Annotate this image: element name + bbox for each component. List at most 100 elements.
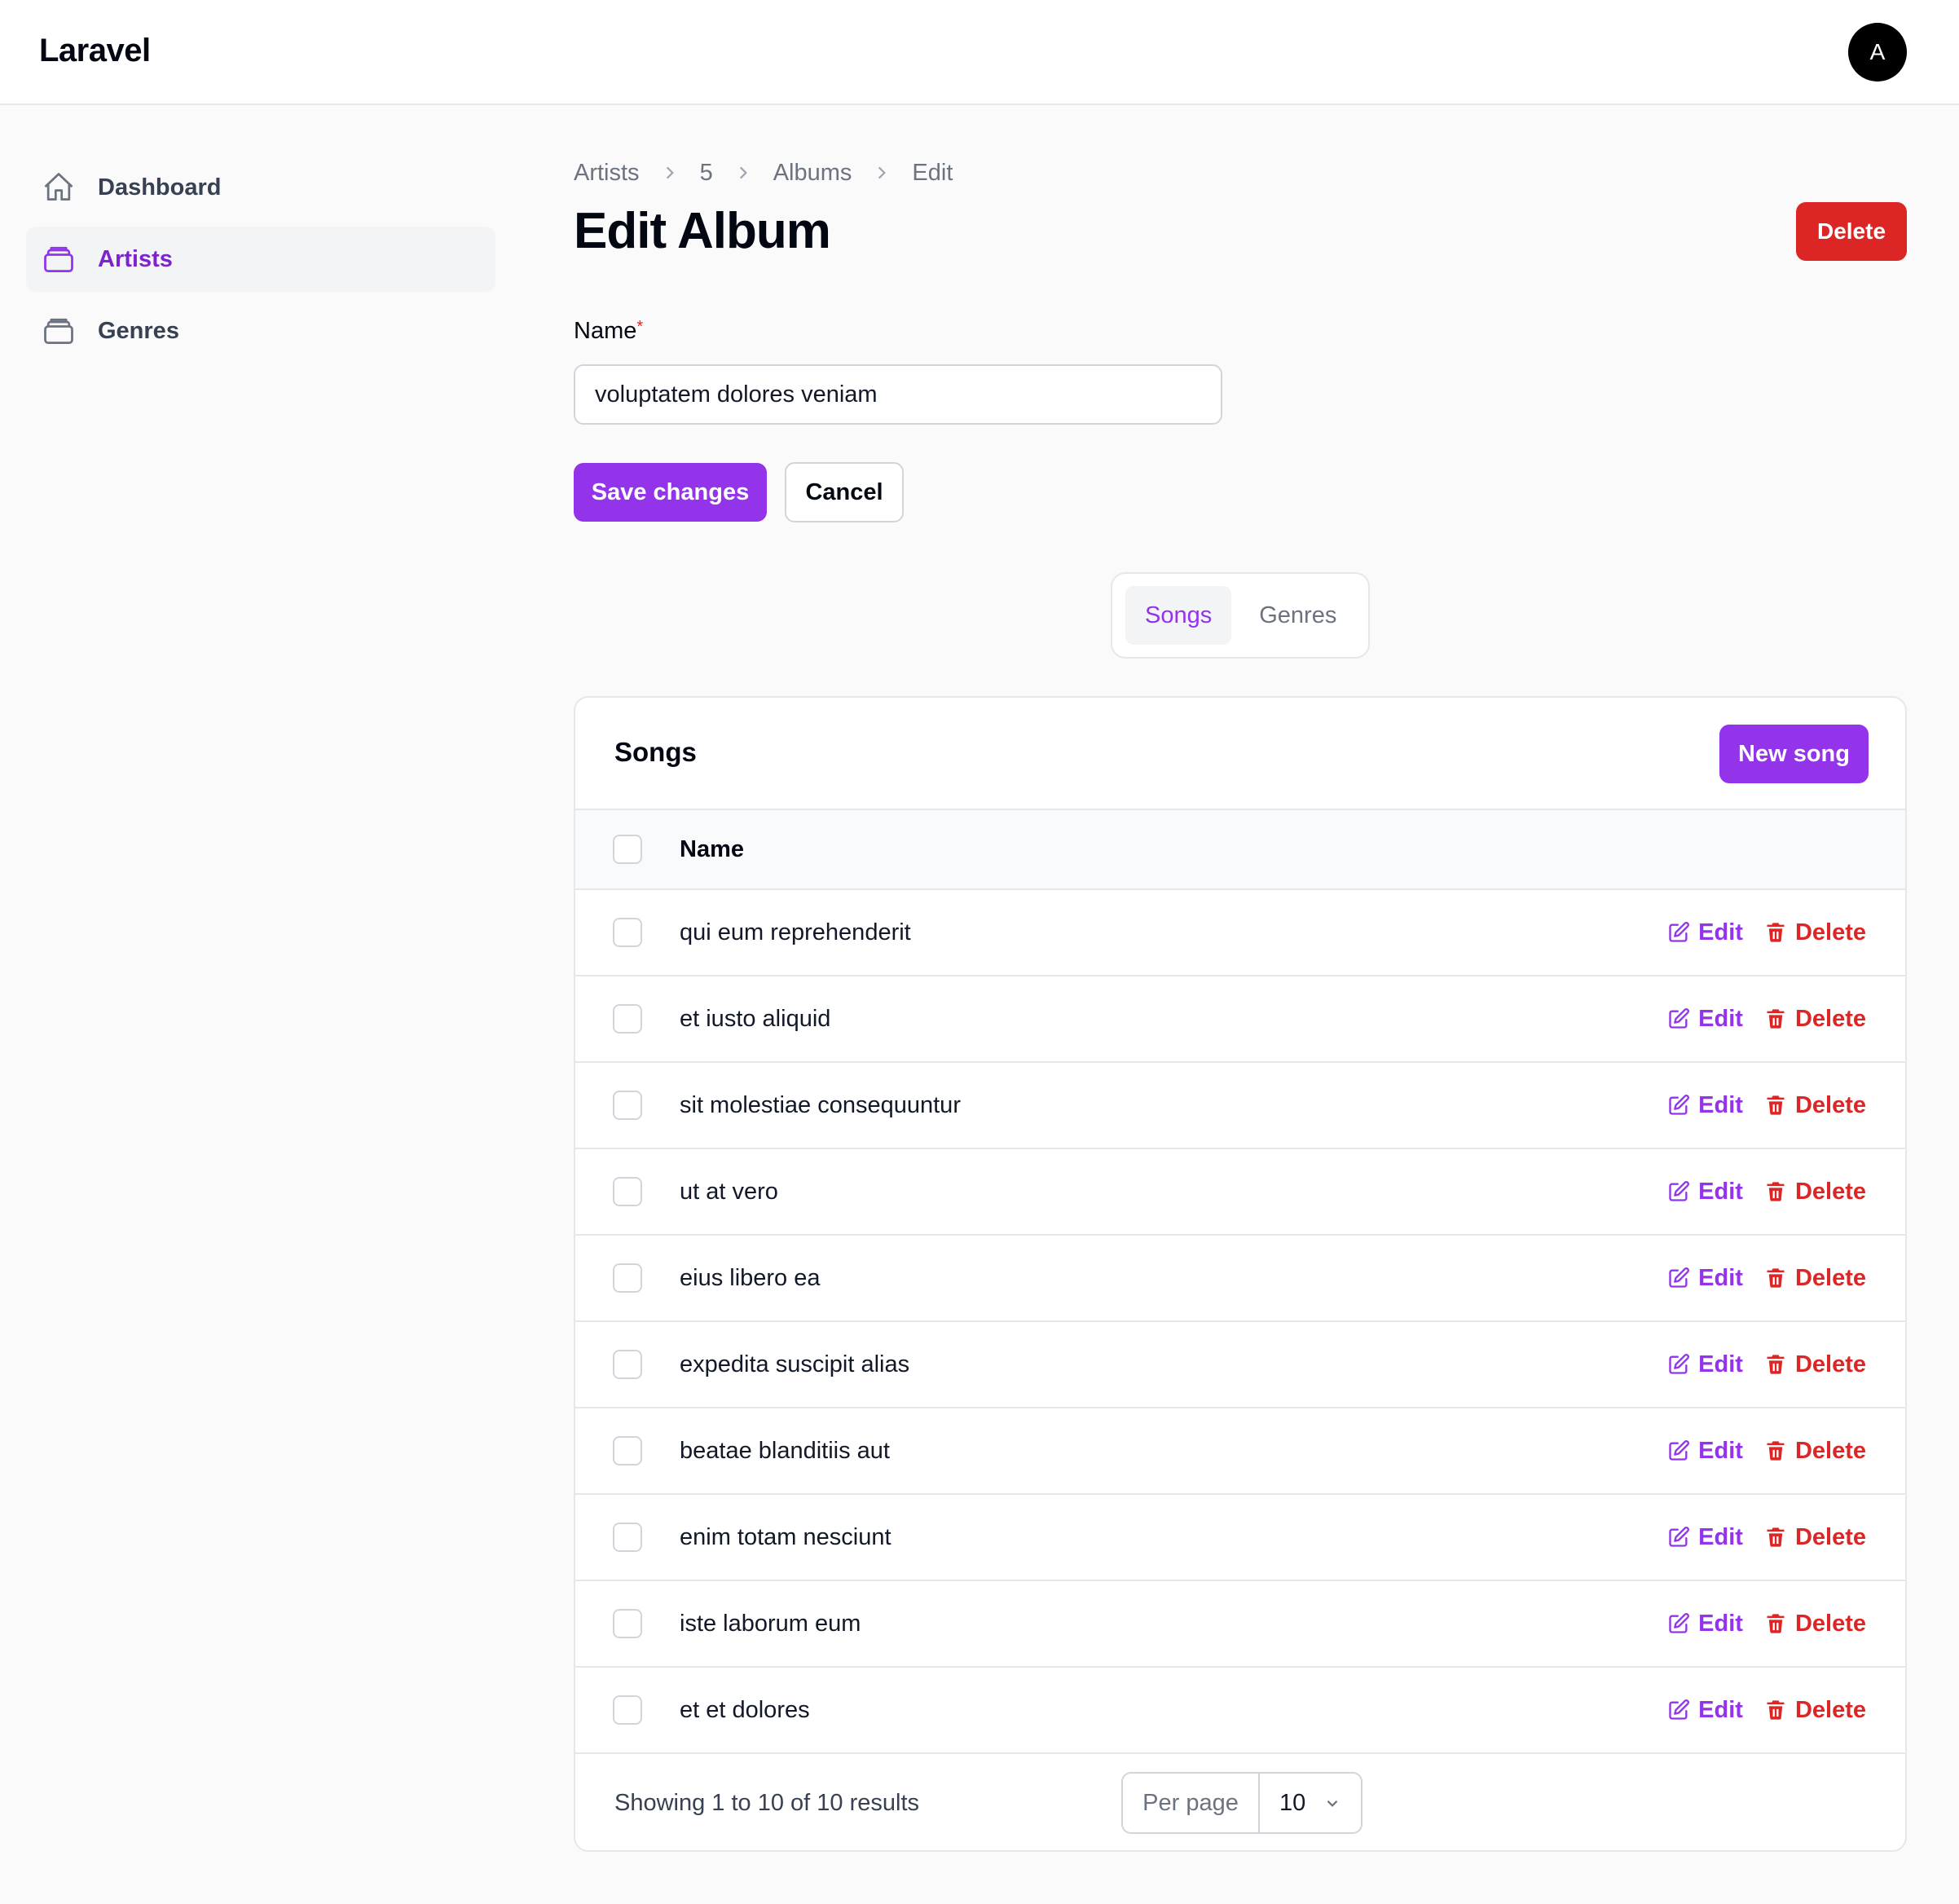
delete-song-button[interactable]: Delete [1764,1265,1866,1292]
breadcrumb-current: Edit [912,159,953,186]
edit-song-button[interactable]: Edit [1667,1265,1743,1292]
save-changes-button[interactable]: Save changes [574,463,767,522]
breadcrumb-link-albums[interactable]: Albums [773,160,852,187]
row-checkbox[interactable] [613,1004,642,1034]
table-row: beatae blanditiis aut Edit Delete [575,1408,1905,1495]
pagination-summary: Showing 1 to 10 of 10 results [614,1790,920,1816]
edit-song-button[interactable]: Edit [1667,1524,1743,1551]
sidebar-item-dashboard[interactable]: Dashboard [26,155,495,220]
row-checkbox[interactable] [613,918,642,947]
song-name: enim totam nesciunt [680,1523,891,1550]
edit-song-button[interactable]: Edit [1667,1697,1743,1724]
row-checkbox[interactable] [613,1177,642,1206]
table-row: sit molestiae consequuntur Edit Delete [575,1063,1905,1149]
top-bar: Laravel A [0,0,1959,105]
required-marker: * [636,318,644,336]
delete-song-button[interactable]: Delete [1764,1092,1866,1119]
trash-icon [1764,1699,1795,1721]
chevron-right-icon [734,164,752,182]
delete-song-button[interactable]: Delete [1764,1351,1866,1378]
delete-label: Delete [1794,1264,1866,1291]
pencil-square-icon [1667,1007,1698,1030]
tab-genres[interactable]: Genres [1239,586,1356,645]
delete-song-button[interactable]: Delete [1764,919,1866,946]
row-checkbox[interactable] [613,1609,642,1638]
row-actions: Edit Delete [1667,976,1866,1061]
name-input[interactable] [574,364,1222,425]
select-all-checkbox[interactable] [613,835,642,864]
delete-label: Delete [1794,1351,1866,1377]
table-body: qui eum reprehenderit Edit Delete et iusto … [575,890,1905,1754]
table-row: expedita suscipit alias Edit Delete [575,1322,1905,1408]
delete-song-button[interactable]: Delete [1764,1179,1866,1205]
song-name: sit molestiae consequuntur [680,1091,961,1118]
pencil-square-icon [1667,1353,1698,1376]
sidebar-item-label: Genres [98,317,179,344]
row-checkbox[interactable] [613,1091,642,1120]
tab-songs[interactable]: Songs [1125,586,1232,645]
trash-icon [1764,1526,1795,1549]
trash-icon [1764,1353,1795,1376]
edit-label: Edit [1698,919,1743,945]
new-song-button[interactable]: New song [1719,725,1869,783]
per-page-control: Per page 10 [1121,1772,1362,1834]
row-actions: Edit Delete [1667,1668,1866,1752]
song-name: iste laborum eum [680,1610,861,1637]
user-avatar[interactable]: A [1848,23,1907,82]
breadcrumb: Artists 5 Albums Edit [574,155,1907,191]
home-icon [41,170,77,205]
trash-icon [1764,1094,1795,1117]
row-checkbox[interactable] [613,1695,642,1725]
main-content: Artists 5 Albums Edit Edit Album Delete … [574,155,1907,1852]
songs-table-header: Songs New song [575,698,1905,810]
edit-song-button[interactable]: Edit [1667,1006,1743,1033]
edit-song-button[interactable]: Edit [1667,919,1743,946]
songs-table-title: Songs [614,737,697,767]
trash-icon [1764,1267,1795,1289]
row-actions: Edit Delete [1667,1236,1866,1320]
song-name: expedita suscipit alias [680,1351,910,1377]
edit-song-button[interactable]: Edit [1667,1351,1743,1378]
delete-album-button[interactable]: Delete [1796,202,1907,261]
edit-label: Edit [1698,1091,1743,1118]
row-checkbox[interactable] [613,1436,642,1465]
per-page-select[interactable]: 10 [1260,1790,1361,1817]
trash-icon [1764,1007,1795,1030]
pencil-square-icon [1667,1180,1698,1203]
pencil-square-icon [1667,1699,1698,1721]
trash-icon [1764,1439,1795,1462]
edit-label: Edit [1698,1610,1743,1637]
edit-song-button[interactable]: Edit [1667,1438,1743,1465]
per-page-label: Per page [1123,1774,1260,1832]
row-actions: Edit Delete [1667,1149,1866,1234]
edit-label: Edit [1698,1178,1743,1205]
edit-song-button[interactable]: Edit [1667,1611,1743,1637]
trash-icon [1764,1612,1795,1635]
table-row: ut at vero Edit Delete [575,1149,1905,1236]
delete-song-button[interactable]: Delete [1764,1006,1866,1033]
delete-song-button[interactable]: Delete [1764,1438,1866,1465]
breadcrumb-link-artists[interactable]: Artists [574,160,640,187]
delete-label: Delete [1794,1005,1866,1032]
row-actions: Edit Delete [1667,1063,1866,1148]
sidebar-item-genres[interactable]: Genres [26,298,495,364]
row-checkbox[interactable] [613,1523,642,1552]
cancel-button[interactable]: Cancel [785,462,904,522]
delete-song-button[interactable]: Delete [1764,1611,1866,1637]
row-checkbox[interactable] [613,1263,642,1293]
table-row: et et dolores Edit Delete [575,1668,1905,1754]
table-row: enim totam nesciunt Edit Delete [575,1495,1905,1581]
edit-label: Edit [1698,1437,1743,1464]
trash-icon [1764,1180,1795,1203]
sidebar-item-artists[interactable]: Artists [26,227,495,292]
delete-song-button[interactable]: Delete [1764,1524,1866,1551]
brand-logo[interactable]: Laravel [39,33,151,69]
edit-song-button[interactable]: Edit [1667,1179,1743,1205]
edit-song-button[interactable]: Edit [1667,1092,1743,1119]
row-checkbox[interactable] [613,1350,642,1379]
delete-song-button[interactable]: Delete [1764,1697,1866,1724]
breadcrumb-link-artist-id[interactable]: 5 [700,160,713,187]
pencil-square-icon [1667,1094,1698,1117]
column-header-name[interactable]: Name [680,836,744,863]
relation-tabs: Songs Genres [1111,572,1370,659]
